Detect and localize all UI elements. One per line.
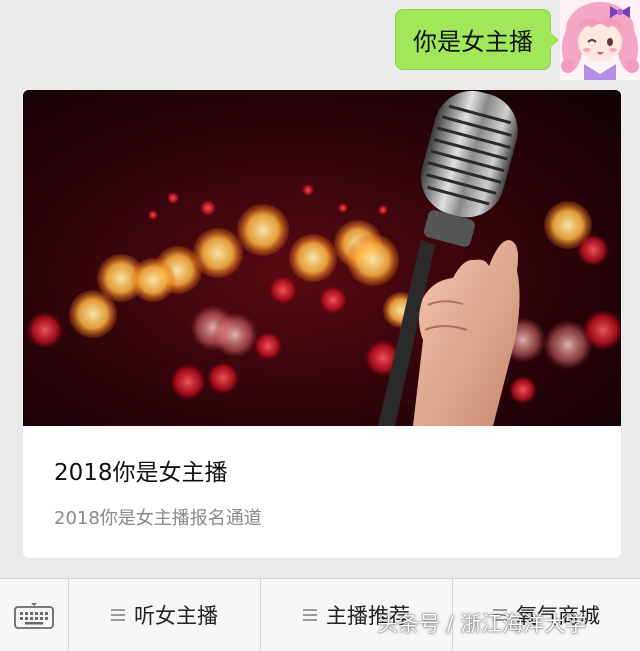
keyboard-icon <box>14 603 54 629</box>
avatar[interactable] <box>560 0 640 80</box>
card-title: 2018你是女主播 <box>54 460 228 486</box>
watermark: 头条号 / 浙江海洋大学 <box>377 612 587 636</box>
menu-lines-icon <box>111 609 125 621</box>
keyboard-toggle-button[interactable] <box>0 579 69 651</box>
menu-item-label: 听女主播 <box>134 604 218 628</box>
anime-girl-avatar-icon <box>560 0 640 80</box>
card-cover-image <box>23 90 621 426</box>
article-card[interactable]: 2018你是女主播 2018你是女主播报名通道 <box>23 90 621 558</box>
message-text: 你是女主播 <box>413 28 533 56</box>
menu-lines-icon <box>303 609 317 621</box>
card-description: 2018你是女主播报名通道 <box>54 508 262 529</box>
chat-area: 你是女主播 2018你是女主播 2018你是女主播报名通道 <box>0 0 640 578</box>
microphone-bokeh-image <box>23 90 621 426</box>
menu-item-listen-anchor[interactable]: 听女主播 <box>69 579 261 651</box>
outgoing-message-bubble[interactable]: 你是女主播 <box>395 9 559 70</box>
